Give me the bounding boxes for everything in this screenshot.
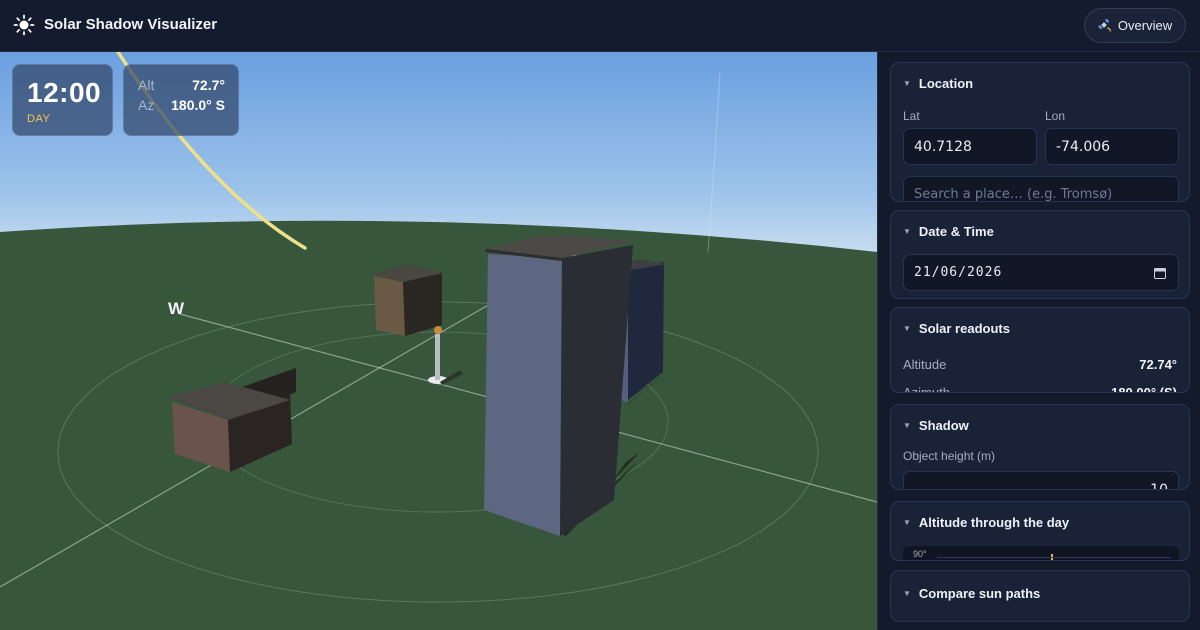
compare-panel: ▼ Compare sun paths	[890, 570, 1190, 622]
altitude-day-panel: ▼ Altitude through the day 90°	[890, 501, 1190, 561]
caret-down-icon: ▼	[903, 589, 911, 598]
date-value: 21/06/2026	[914, 265, 1003, 280]
shadow-title: Shadow	[918, 418, 969, 433]
alt-value: 72.7°	[192, 77, 225, 93]
date-input[interactable]: 21/06/2026	[903, 254, 1179, 291]
altitude-day-title: Altitude through the day	[918, 515, 1070, 530]
app-header: Solar Shadow Visualizer Overview	[0, 0, 1200, 52]
object-height-input[interactable]: 10	[903, 471, 1179, 489]
az-value: 180.0° S	[171, 97, 225, 113]
chart-y-max-label: 90°	[913, 549, 927, 559]
building-small-back[interactable]	[371, 265, 443, 336]
shadow-header[interactable]: ▼ Shadow	[903, 418, 969, 433]
shadow-panel: ▼ Shadow Object height (m) 10	[890, 404, 1190, 490]
caret-down-icon: ▼	[903, 518, 911, 527]
time-hud: 12:00 DAY	[12, 64, 113, 136]
lon-input[interactable]: -74.006	[1045, 128, 1179, 165]
calendar-icon[interactable]	[1154, 267, 1166, 279]
place-search-input[interactable]: Search a place… (e.g. Tromsø)	[903, 176, 1179, 201]
altitude-value: 72.74°	[1139, 357, 1177, 372]
altitude-label: Altitude	[903, 357, 947, 372]
position-hud: Alt 72.7° Az 180.0° S	[123, 64, 239, 136]
azimuth-row: Azimuth 180.00° (S)	[903, 385, 1177, 393]
datetime-title: Date & Time	[918, 224, 994, 239]
scene-canvas[interactable]: W	[0, 52, 877, 630]
datetime-panel: ▼ Date & Time 21/06/2026	[890, 210, 1190, 299]
location-title: Location	[918, 76, 974, 91]
azimuth-label: Azimuth	[903, 385, 950, 393]
compass-w-label: W	[168, 299, 185, 318]
readouts-title: Solar readouts	[918, 321, 1010, 336]
lon-label: Lon	[1045, 109, 1066, 123]
lat-label: Lat	[903, 109, 920, 123]
az-label: Az	[138, 97, 155, 113]
overview-label: Overview	[1117, 18, 1173, 33]
azimuth-value: 180.00° (S)	[1111, 385, 1177, 393]
period-label: DAY	[27, 113, 51, 125]
sun-icon	[13, 14, 35, 36]
alt-label: Alt	[138, 77, 155, 93]
caret-down-icon: ▼	[903, 421, 911, 430]
chart-top-gridline	[937, 557, 1171, 558]
control-sidebar[interactable]: ▼ Location Lat Lon 40.7128 -74.006 Searc…	[877, 52, 1200, 630]
solar-readouts-panel: ▼ Solar readouts Altitude 72.74° Azimuth…	[890, 307, 1190, 393]
overview-button[interactable]: Overview	[1084, 8, 1186, 43]
object-height-label: Object height (m)	[903, 449, 996, 463]
readouts-header[interactable]: ▼ Solar readouts	[903, 321, 1010, 336]
location-panel: ▼ Location Lat Lon 40.7128 -74.006 Searc…	[890, 62, 1190, 202]
scene-viewport[interactable]: W 12:00 DAY Alt 72.7° Az 180.0° S	[0, 52, 877, 630]
lat-input[interactable]: 40.7128	[903, 128, 1037, 165]
altitude-day-header[interactable]: ▼ Altitude through the day	[903, 515, 1069, 530]
caret-down-icon: ▼	[903, 324, 911, 333]
datetime-header[interactable]: ▼ Date & Time	[903, 224, 994, 239]
altitude-day-chart[interactable]: 90°	[903, 546, 1179, 560]
altitude-row: Altitude 72.74°	[903, 357, 1177, 372]
time-display: 12:00	[27, 77, 102, 108]
caret-down-icon: ▼	[903, 227, 911, 236]
compare-header[interactable]: ▼ Compare sun paths	[903, 586, 1040, 601]
location-header[interactable]: ▼ Location	[903, 76, 973, 91]
app-title: Solar Shadow Visualizer	[44, 16, 218, 33]
caret-down-icon: ▼	[903, 79, 911, 88]
satellite-icon	[1097, 18, 1112, 32]
compare-title: Compare sun paths	[918, 586, 1041, 601]
